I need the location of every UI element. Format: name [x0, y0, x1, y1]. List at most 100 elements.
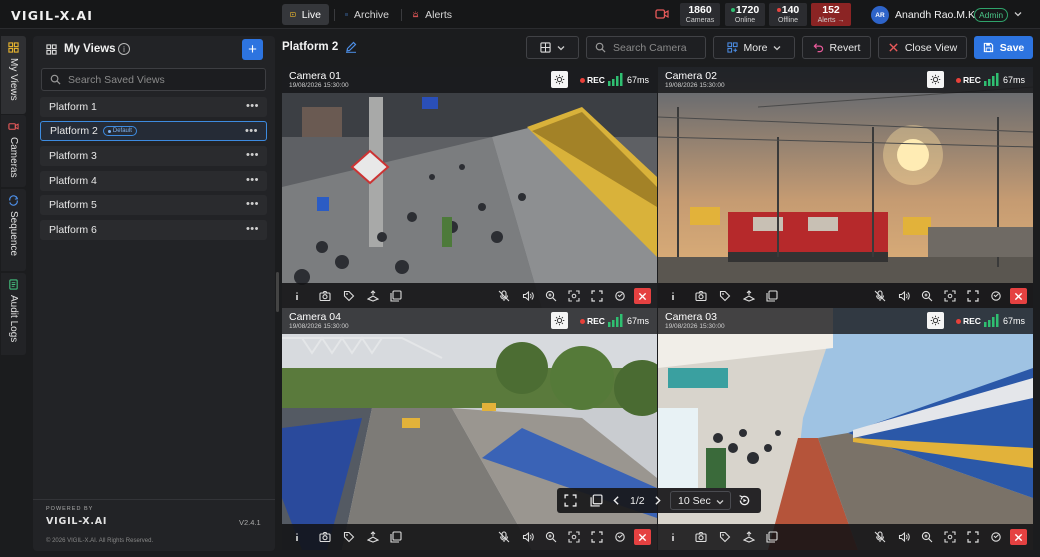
tag-icon[interactable]	[718, 530, 731, 543]
volume-icon[interactable]	[897, 289, 910, 302]
snapshot-icon[interactable]	[694, 530, 707, 543]
view-item-platform-4[interactable]: Platform 4 •••	[40, 171, 267, 191]
more-options-icon[interactable]: •••	[246, 175, 259, 186]
saved-views-search-input[interactable]	[68, 73, 258, 86]
focus-icon[interactable]	[943, 289, 956, 302]
mute-icon[interactable]	[497, 530, 510, 543]
gallery-icon[interactable]	[765, 530, 778, 543]
edit-icon[interactable]	[345, 41, 357, 53]
fullscreen-icon[interactable]	[590, 530, 603, 543]
revert-button[interactable]: Revert	[802, 36, 871, 59]
remove-camera-button[interactable]	[634, 288, 651, 304]
tab-alerts[interactable]: Alerts	[404, 4, 460, 25]
chevron-right-icon[interactable]	[651, 494, 664, 507]
add-view-button[interactable]: +	[242, 39, 263, 60]
gallery-icon[interactable]	[590, 494, 603, 507]
more-button[interactable]: More	[713, 36, 795, 59]
exposure-button[interactable]	[551, 71, 568, 88]
focus-icon[interactable]	[567, 289, 580, 302]
avatar[interactable]: AR	[871, 6, 889, 24]
rail-item-audit-logs[interactable]: Audit Logs	[1, 273, 26, 355]
user-name[interactable]: Anandh Rao.M.K	[895, 9, 975, 21]
chevron-left-icon[interactable]	[610, 494, 623, 507]
mute-icon[interactable]	[873, 530, 886, 543]
fullscreen-icon[interactable]	[564, 494, 577, 507]
exposure-button[interactable]	[927, 312, 944, 329]
camera-tile-01[interactable]: Camera 01 19/08/2026 15:30:00 REC 67ms	[282, 67, 657, 309]
mute-icon[interactable]	[873, 289, 886, 302]
zoom-in-icon[interactable]	[544, 530, 557, 543]
mute-icon[interactable]	[497, 289, 510, 302]
zoom-in-icon[interactable]	[920, 289, 933, 302]
gallery-icon[interactable]	[389, 289, 402, 302]
snapshot-icon[interactable]	[318, 289, 331, 302]
volume-icon[interactable]	[521, 289, 534, 302]
ptz-icon[interactable]	[366, 289, 379, 302]
tag-icon[interactable]	[718, 289, 731, 302]
camera-search-input[interactable]	[613, 41, 703, 54]
rail-item-sequence[interactable]: Sequence	[1, 189, 26, 271]
remove-camera-button[interactable]	[1010, 288, 1027, 304]
ptz-icon[interactable]	[742, 530, 755, 543]
view-item-platform-1[interactable]: Platform 1 •••	[40, 97, 267, 117]
info-icon[interactable]	[290, 530, 303, 543]
gallery-icon[interactable]	[389, 530, 402, 543]
layout-select[interactable]	[526, 36, 579, 59]
focus-icon[interactable]	[567, 530, 580, 543]
rail-item-my-views[interactable]: My Views	[1, 36, 26, 114]
ptz-icon[interactable]	[366, 530, 379, 543]
sidebar-resize-handle[interactable]	[276, 272, 279, 312]
zoom-in-icon[interactable]	[544, 289, 557, 302]
stat-alerts[interactable]: 152 Alerts →	[811, 3, 851, 26]
more-options-icon[interactable]: •••	[246, 150, 259, 161]
camera-search[interactable]	[586, 36, 706, 59]
view-item-platform-6[interactable]: Platform 6 •••	[40, 220, 267, 240]
video-camera-icon[interactable]	[655, 8, 669, 20]
remove-camera-button[interactable]	[634, 529, 651, 545]
ai-detect-icon[interactable]	[613, 530, 626, 543]
interval-select[interactable]: 10 Sec	[670, 491, 731, 510]
volume-icon[interactable]	[897, 530, 910, 543]
fullscreen-icon[interactable]	[966, 289, 979, 302]
info-icon[interactable]	[290, 289, 303, 302]
rotate-icon[interactable]	[738, 494, 751, 507]
exposure-button[interactable]	[927, 71, 944, 88]
snapshot-icon[interactable]	[694, 289, 707, 302]
more-options-icon[interactable]: •••	[246, 199, 259, 210]
zoom-in-icon[interactable]	[920, 530, 933, 543]
more-options-icon[interactable]: •••	[245, 126, 258, 137]
fullscreen-icon[interactable]	[966, 530, 979, 543]
info-icon[interactable]	[666, 289, 679, 302]
saved-views-search[interactable]	[41, 68, 266, 91]
more-options-icon[interactable]: •••	[246, 224, 259, 235]
tab-archive[interactable]: Archive	[337, 4, 397, 25]
camera-tile-04[interactable]: Camera 04 19/08/2026 15:30:00 REC 67ms	[282, 308, 657, 550]
view-item-platform-5[interactable]: Platform 5 •••	[40, 195, 267, 215]
close-view-button[interactable]: Close View	[878, 36, 967, 59]
more-options-icon[interactable]: •••	[246, 101, 259, 112]
ai-detect-icon[interactable]	[989, 289, 1002, 302]
ai-detect-icon[interactable]	[989, 530, 1002, 543]
volume-icon[interactable]	[521, 530, 534, 543]
view-item-platform-2[interactable]: Platform 2 Default •••	[40, 121, 267, 141]
rail-item-cameras[interactable]: Cameras	[1, 115, 26, 187]
view-item-platform-3[interactable]: Platform 3 •••	[40, 146, 267, 166]
camera-tile-02[interactable]: Camera 02 19/08/2026 15:30:00 REC 67ms	[658, 67, 1033, 309]
remove-camera-button[interactable]	[1010, 529, 1027, 545]
info-icon[interactable]	[666, 530, 679, 543]
info-icon[interactable]: i	[118, 43, 130, 55]
save-button[interactable]: Save	[974, 36, 1033, 59]
ptz-icon[interactable]	[742, 289, 755, 302]
ai-detect-icon[interactable]	[613, 289, 626, 302]
focus-icon[interactable]	[943, 530, 956, 543]
gallery-icon[interactable]	[765, 289, 778, 302]
fullscreen-icon[interactable]	[590, 289, 603, 302]
tag-icon[interactable]	[342, 530, 355, 543]
tag-icon[interactable]	[342, 289, 355, 302]
tab-live[interactable]: Live	[282, 4, 329, 25]
camera-tile-03[interactable]: Camera 03 19/08/2026 15:30:00 REC 67ms	[658, 308, 1033, 550]
brightness-icon	[554, 315, 565, 326]
chevron-down-icon[interactable]	[1014, 10, 1022, 18]
exposure-button[interactable]	[551, 312, 568, 329]
snapshot-icon[interactable]	[318, 530, 331, 543]
